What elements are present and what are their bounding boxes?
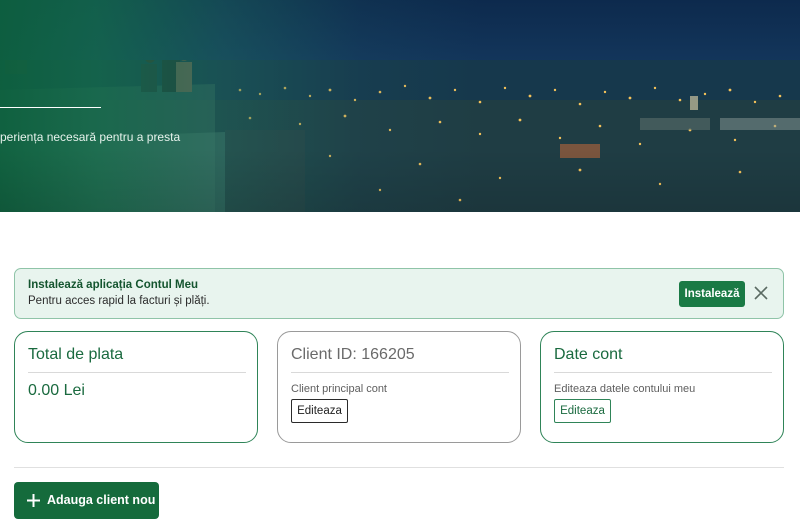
add-client-label: Adauga client nou bbox=[47, 493, 156, 507]
plus-icon bbox=[27, 494, 40, 507]
card-title: Client ID: 166205 bbox=[291, 346, 415, 363]
card-divider bbox=[291, 372, 509, 373]
section-divider bbox=[14, 467, 784, 468]
client-id-card: Client ID: 166205 Client principal cont … bbox=[277, 331, 521, 443]
hero-subtext: periența necesară pentru a presta bbox=[0, 130, 181, 144]
card-divider bbox=[554, 372, 772, 373]
card-title: Date cont bbox=[554, 346, 623, 363]
banner-title: Instalează aplicația Contul Meu bbox=[28, 279, 198, 291]
card-subtitle: Client principal cont bbox=[291, 383, 387, 395]
account-data-card: Date cont Editeaza datele contului meu E… bbox=[540, 331, 784, 443]
card-subtitle: Editeaza datele contului meu bbox=[554, 383, 696, 395]
close-icon[interactable] bbox=[753, 285, 769, 301]
hero-divider bbox=[0, 107, 101, 108]
total-amount: 0.00 Lei bbox=[28, 382, 85, 399]
install-app-banner: Instalează aplicația Contul Meu Pentru a… bbox=[14, 268, 784, 319]
edit-client-button[interactable]: Editeaza bbox=[291, 399, 348, 423]
add-client-button[interactable]: Adauga client nou bbox=[14, 482, 159, 519]
card-title: Total de plata bbox=[28, 346, 124, 363]
total-payment-card: Total de plata 0.00 Lei bbox=[14, 331, 258, 443]
hero-shade bbox=[0, 0, 800, 212]
install-button[interactable]: Instalează bbox=[679, 281, 745, 307]
banner-subtitle: Pentru acces rapid la facturi și plăți. bbox=[28, 295, 210, 307]
page: periența necesară pentru a presta Instal… bbox=[0, 0, 800, 532]
edit-account-button[interactable]: Editeaza bbox=[554, 399, 611, 423]
hero-banner-image: periența necesară pentru a presta bbox=[0, 0, 800, 212]
card-divider bbox=[28, 372, 246, 373]
